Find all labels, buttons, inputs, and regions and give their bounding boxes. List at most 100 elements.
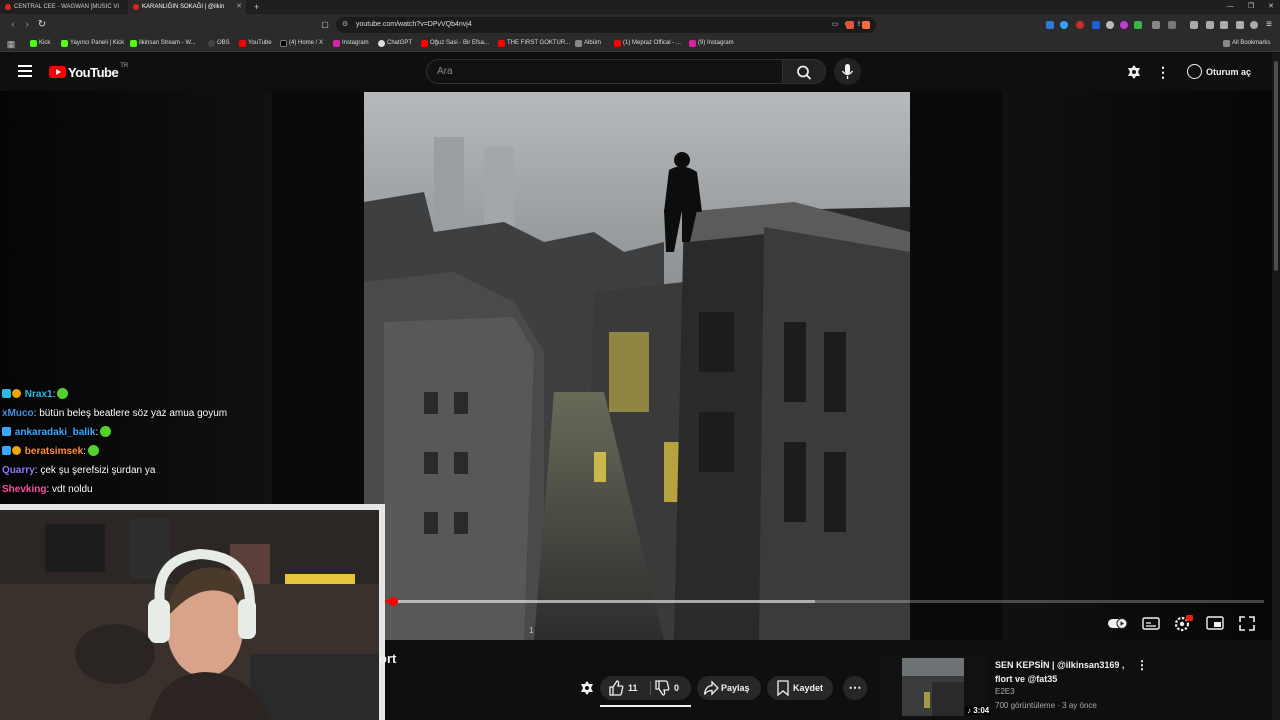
bookmark-item[interactable]: ilkinsan Stream - W... (130, 36, 196, 51)
extension-shield-icon[interactable] (1092, 21, 1100, 29)
settings-more-icon[interactable]: ⋮ (1156, 63, 1170, 81)
vpn-icon[interactable] (1250, 21, 1258, 29)
save-label: Kaydet (793, 683, 824, 693)
extension-translate-icon[interactable] (1046, 21, 1054, 29)
subtitles-button[interactable] (1141, 614, 1161, 632)
kick-icon (130, 40, 137, 47)
subscriber-badge-icon (2, 389, 11, 398)
emote-icon (87, 445, 99, 456)
extension-brave-icon[interactable] (846, 21, 854, 29)
back-icon[interactable]: ‹ (6, 18, 20, 32)
reload-icon[interactable]: ↻ (35, 18, 49, 32)
create-clip-button[interactable] (578, 676, 596, 700)
more-actions-button[interactable]: ⋯ (843, 676, 867, 700)
bookmark-item[interactable]: ChatGPT (378, 36, 412, 51)
youtube-icon (421, 40, 428, 47)
dislike-count: 0 (674, 683, 680, 693)
settings-button[interactable] (1173, 614, 1193, 632)
extension-grey-icon[interactable] (1106, 21, 1114, 29)
create-button[interactable] (1126, 64, 1142, 80)
rooftop-city-illustration (364, 92, 910, 640)
folder-icon (1223, 40, 1230, 47)
bookmark-item[interactable]: THE FIRST GOKTUR... (498, 36, 570, 51)
instagram-icon (333, 40, 340, 47)
site-info-icon[interactable]: ⚙ (342, 17, 348, 33)
split-view-icon[interactable] (1206, 21, 1214, 29)
all-bookmarks-button[interactable]: All Bookmarks (1223, 36, 1270, 51)
tab-label: CENTRAL CEE - WAGWAN [MUSIC VI (14, 4, 120, 10)
maximize-icon[interactable]: ❐ (1248, 0, 1254, 14)
gift-badge-icon (12, 389, 21, 398)
ambient-right (1002, 91, 1272, 640)
recommendation-meta: 700 görüntüleme · 3 ay önce (995, 701, 1097, 710)
extensions-puzzle-icon[interactable] (1152, 21, 1160, 29)
autoplay-toggle[interactable] (1107, 614, 1128, 632)
minimize-icon[interactable]: — (1227, 0, 1234, 14)
dislike-button[interactable]: 0 (654, 676, 688, 700)
recommendation-title[interactable]: SEN KEPSİN | @ilkinsan3169 , flort ve @f… (995, 658, 1125, 686)
media-icon[interactable] (1190, 21, 1198, 29)
search-input[interactable]: Ara (426, 59, 782, 84)
chat-username: Quarry (2, 465, 35, 476)
sidebar-toggle-icon[interactable] (1168, 21, 1176, 29)
extension-rewards-icon[interactable] (862, 21, 870, 29)
like-button[interactable]: 11 (606, 676, 646, 700)
wallet-icon[interactable] (1220, 21, 1228, 29)
extension-blue-icon[interactable] (1060, 21, 1068, 29)
account-circle-icon (1187, 64, 1202, 79)
browser-tab-1[interactable]: CENTRAL CEE - WAGWAN [MUSIC VI (0, 0, 126, 14)
hamburger-menu-icon[interactable] (18, 65, 32, 77)
extension-purple-icon[interactable] (1120, 21, 1128, 29)
chat-message: xMuco: bütün beleş beatlere söz yaz amua… (2, 408, 228, 419)
recommendation-channel[interactable]: E2E3 (995, 687, 1015, 696)
more-horizontal-icon: ⋯ (848, 680, 862, 695)
browser-tab-2[interactable]: KARANLIĞIN SOKAĞI | @ilkin ✕ (128, 0, 246, 14)
like-active-underline (600, 705, 691, 707)
scrubber-handle[interactable] (388, 597, 398, 606)
obs-icon (208, 40, 215, 47)
forward-icon[interactable]: › (20, 18, 34, 32)
bookmark-item[interactable]: OBS (208, 36, 230, 51)
gear-icon (1174, 615, 1193, 632)
close-tab-icon[interactable]: ✕ (236, 0, 242, 14)
recommendation-menu-icon[interactable]: ⋮ (1136, 658, 1148, 672)
fullscreen-icon (1239, 616, 1255, 631)
progress-bar[interactable] (384, 597, 1264, 606)
bookmark-item[interactable]: Instagram (333, 36, 369, 51)
bookmark-item[interactable]: Kick (30, 36, 50, 51)
bookmark-item[interactable]: (1) Mepraz Offical - ... (614, 36, 681, 51)
bookmark-page-icon[interactable]: ▢ (318, 18, 332, 32)
scrollbar-thumb[interactable] (1274, 61, 1278, 271)
save-button[interactable]: Kaydet (767, 676, 833, 700)
sign-in-button[interactable]: Oturum aç (1186, 62, 1251, 82)
bookmark-item[interactable]: Oğuz Sasi - Bir Efsa... (421, 36, 489, 51)
x-icon (280, 40, 287, 47)
bookmark-item[interactable]: Albüm (575, 36, 601, 51)
close-window-icon[interactable]: ✕ (1268, 0, 1274, 14)
address-input[interactable]: ⚙ youtube.com/watch?v=DPvVQb4nvj4 ▭⊕⇪ (336, 17, 876, 33)
video-title: ort (379, 651, 397, 666)
youtube-icon (239, 40, 246, 47)
fullscreen-button[interactable] (1237, 614, 1257, 632)
bookmark-item[interactable]: Yayıncı Paneli | Kick (61, 36, 124, 51)
apps-grid-icon[interactable]: ▦ (4, 37, 18, 51)
bookmark-item[interactable]: YouTube (239, 36, 272, 51)
bookmark-item[interactable]: (4) Home / X (280, 36, 323, 51)
extension-green-icon[interactable] (1134, 21, 1142, 29)
miniplayer-button[interactable] (1205, 614, 1225, 632)
browser-menu-icon[interactable]: ≡ (1262, 18, 1276, 32)
youtube-icon (498, 40, 505, 47)
chat-username: xMuco (2, 408, 34, 419)
voice-search-button[interactable] (834, 58, 861, 85)
youtube-logo[interactable]: YouTube TR (49, 63, 128, 81)
extension-red-icon[interactable] (1076, 21, 1084, 29)
video-cover-art (364, 92, 910, 640)
leo-icon[interactable] (1236, 21, 1244, 29)
youtube-icon (614, 40, 621, 47)
page-scrollbar[interactable] (1272, 53, 1280, 720)
bookmark-item[interactable]: (9) Instagram (689, 36, 734, 51)
new-tab-button[interactable]: + (250, 0, 264, 14)
search-button[interactable] (782, 59, 826, 84)
share-button[interactable]: Paylaş (697, 676, 761, 700)
instagram-icon (689, 40, 696, 47)
